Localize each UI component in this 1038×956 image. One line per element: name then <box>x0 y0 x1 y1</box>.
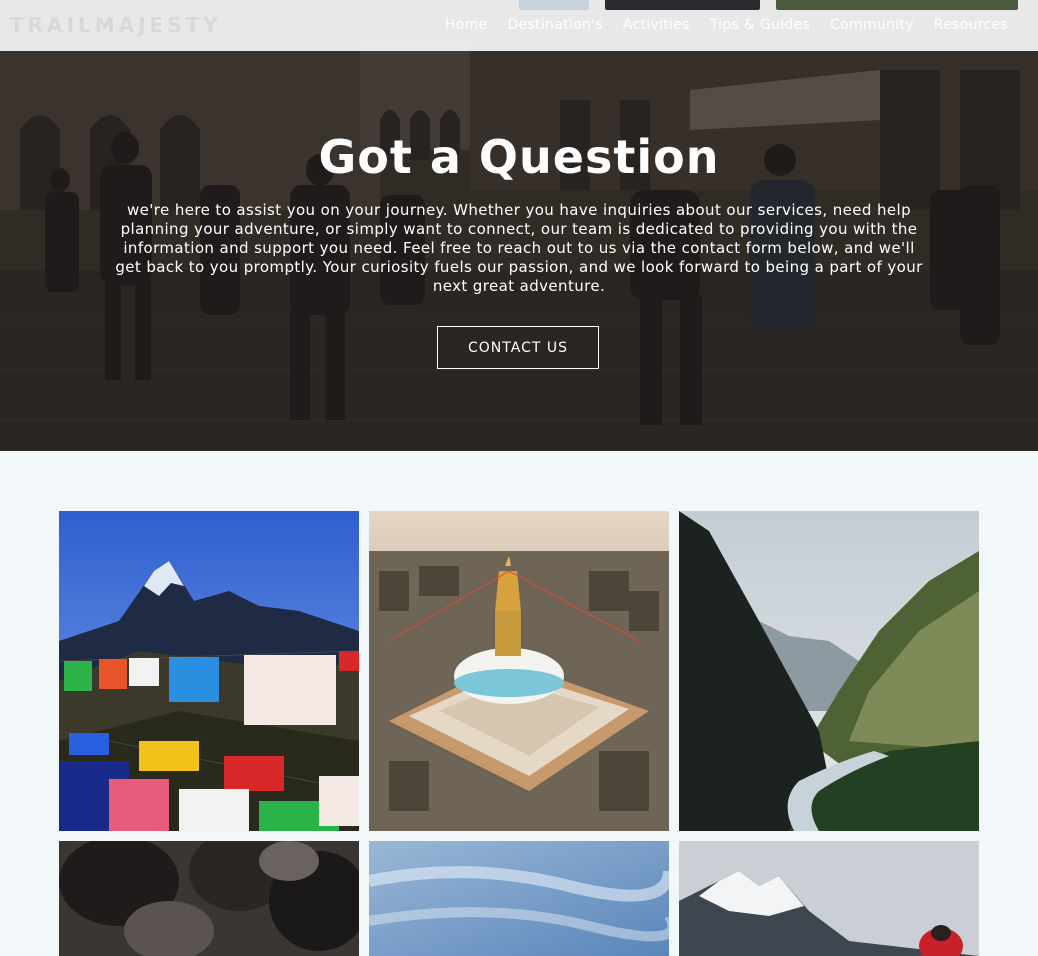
main-nav: Home Destination's Activities Tips & Gui… <box>445 17 1008 33</box>
nav-link-activities[interactable]: Activities <box>623 17 690 33</box>
nav-link-destinations[interactable]: Destination's <box>507 17 602 33</box>
nav-link-community[interactable]: Community <box>830 17 914 33</box>
hero-description: we're here to assist you on your journey… <box>115 201 923 295</box>
nav-thumbnail-preview <box>605 0 760 10</box>
snowy-peak-trekker-photo[interactable] <box>679 841 979 956</box>
mountain-prayer-flags-photo[interactable] <box>59 511 359 831</box>
nav-link-resources[interactable]: Resources <box>934 17 1008 33</box>
blue-sky-clouds-photo[interactable] <box>369 841 669 956</box>
hero-section: Got a Question we're here to assist you … <box>0 0 1038 451</box>
nav-link-home[interactable]: Home <box>445 17 488 33</box>
nav-link-tips-guides[interactable]: Tips & Guides <box>710 17 810 33</box>
nav-thumbnail-preview <box>519 0 589 10</box>
boudhanath-stupa-photo[interactable] <box>369 511 669 831</box>
contact-us-button[interactable]: CONTACT US <box>437 326 599 369</box>
blurred-crowd-photo[interactable] <box>59 841 359 956</box>
nav-thumbnail-preview <box>776 0 1018 10</box>
river-valley-photo[interactable] <box>679 511 979 831</box>
top-navbar: TRAILMAJESTY Home Destination's Activiti… <box>0 0 1038 51</box>
hero-title: Got a Question <box>318 130 720 184</box>
site-logo[interactable]: TRAILMAJESTY <box>10 13 222 37</box>
